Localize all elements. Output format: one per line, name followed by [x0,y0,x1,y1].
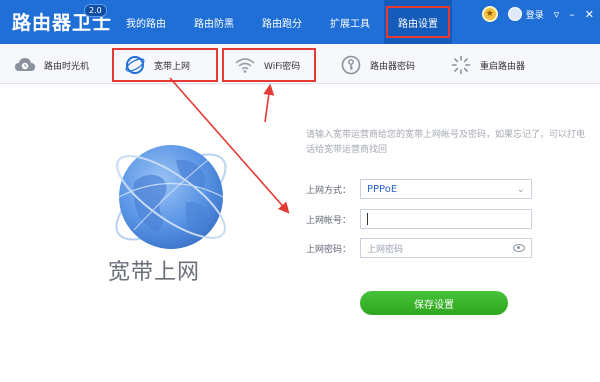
key-icon [340,54,362,76]
version-badge: 2.0 [84,4,107,17]
top-bar: 路由器卫士 2.0 我的路由 路由防黑 路由跑分 扩展工具 路由设置 ★ 登录 … [0,0,600,44]
subnav-router-time-machine[interactable]: 路由时光机 [14,48,89,82]
broadband-globe-illustration [104,130,238,264]
mode-value: PPPoE [367,183,398,195]
top-nav: 我的路由 路由防黑 路由跑分 扩展工具 路由设置 [112,0,452,44]
login-area[interactable]: 登录 [507,7,544,21]
subnav-label: 宽带上网 [154,61,191,72]
password-placeholder: 上网密码 [367,244,404,255]
subnav-wifi-password[interactable]: WiFi密码 [222,48,316,82]
nav-router-protection[interactable]: 路由防黑 [180,0,248,44]
login-label: 登录 [525,10,544,21]
router-guard-window: 路由器卫士 2.0 我的路由 路由防黑 路由跑分 扩展工具 路由设置 ★ 登录 … [0,0,600,382]
broadband-hint: 请输入宽带运营商给您的宽带上网帐号及密码，如果忘记了，可以打电话给宽带运营商找回 [306,130,586,155]
medal-icon[interactable]: ★ [481,6,498,22]
subnav-label: 路由时光机 [44,61,90,72]
connection-mode-select[interactable]: PPPoE ⌄ [360,179,532,199]
arrow-to-wifi-tab [263,83,275,123]
account-input[interactable] [360,209,532,229]
password-input[interactable]: 上网密码 [360,238,532,258]
subnav-router-password[interactable]: 路由器密码 [340,48,415,82]
restart-icon [450,54,472,76]
minimize-icon[interactable]: – [569,8,575,21]
subnav-restart-router[interactable]: 重启路由器 [450,48,525,82]
nav-router-benchmark[interactable]: 路由跑分 [248,0,316,44]
window-tools: ★ 登录 ▿ – ✕ [481,6,594,22]
subnav-label: 路由器密码 [370,61,416,72]
avatar-icon [507,7,522,21]
password-row: 上网密码： 上网密码 [306,238,532,258]
wifi-icon [234,54,256,76]
account-label: 上网帐号： [306,215,352,226]
account-row: 上网帐号： [306,209,532,229]
nav-my-router[interactable]: 我的路由 [112,0,180,44]
mode-row: 上网方式： PPPoE ⌄ [306,179,532,199]
cloud-clock-icon [14,54,36,76]
menu-icon[interactable]: ▿ [554,8,560,21]
nav-extension-tools[interactable]: 扩展工具 [316,0,384,44]
subnav-broadband[interactable]: 宽带上网 [112,48,218,82]
chevron-down-icon: ⌄ [516,183,525,195]
text-caret [367,213,368,225]
settings-toolbar: 路由时光机 宽带上网 WiFi密码 路由器密码 重启路由器 [0,44,600,84]
subnav-label: WiFi密码 [264,61,301,72]
password-label: 上网密码： [306,244,352,255]
eye-icon[interactable] [513,244,525,252]
close-icon[interactable]: ✕ [585,8,594,21]
globe-icon [124,54,146,76]
nav-router-settings[interactable]: 路由设置 [384,0,452,44]
broadband-caption: 宽带上网 [108,260,201,285]
mode-label: 上网方式： [306,185,352,196]
subnav-label: 重启路由器 [480,61,526,72]
save-settings-button[interactable]: 保存设置 [360,291,508,315]
